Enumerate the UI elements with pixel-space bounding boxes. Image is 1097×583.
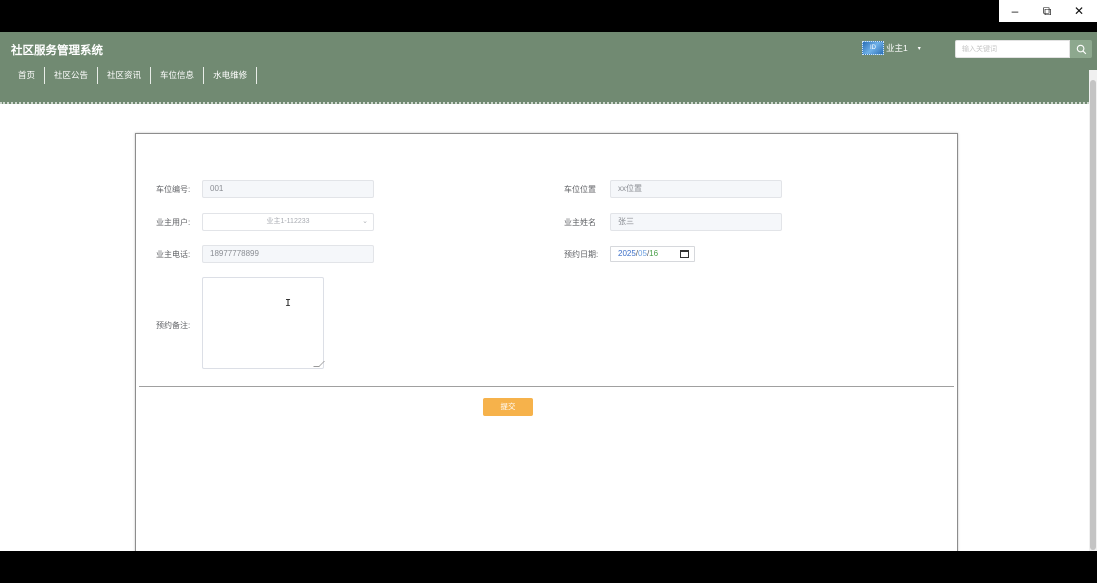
submit-button[interactable]: 提交 bbox=[483, 398, 533, 416]
nav-item-repair[interactable]: 水电维修 bbox=[204, 67, 258, 84]
nav-item-home[interactable]: 首页 bbox=[9, 67, 46, 84]
date-year: 2025 bbox=[618, 249, 636, 258]
minimize-icon[interactable]: – bbox=[999, 0, 1031, 22]
search-button[interactable] bbox=[1070, 40, 1092, 58]
search-input[interactable] bbox=[955, 40, 1070, 58]
date-day: 16 bbox=[649, 249, 659, 258]
date-month: 05 bbox=[638, 249, 647, 258]
owner-user-label: 业主用户: bbox=[156, 218, 191, 227]
chevron-down-icon: ⌄ bbox=[362, 218, 368, 225]
search-icon bbox=[1076, 44, 1086, 54]
owner-phone-field[interactable]: 18977778899 bbox=[202, 245, 374, 263]
user-menu[interactable]: ID 业主1 ▾ bbox=[862, 41, 921, 55]
reserve-date-label: 预约日期: bbox=[564, 250, 599, 259]
owner-user-select[interactable]: 业主1-112233 ⌄ bbox=[202, 213, 374, 231]
restore-icon[interactable]: ⧉ bbox=[1031, 0, 1063, 22]
nav-item-news[interactable]: 社区资讯 bbox=[98, 67, 152, 84]
bottom-bar bbox=[0, 551, 1097, 583]
page-scrollbar[interactable] bbox=[1089, 70, 1097, 551]
form-divider bbox=[139, 386, 954, 387]
parking-location-label: 车位位置 bbox=[564, 185, 596, 194]
parking-location-field[interactable]: xx位置 bbox=[610, 180, 782, 198]
scrollbar-thumb[interactable] bbox=[1090, 80, 1096, 550]
browser-page: 社区服务管理系统 首页 社区公告 社区资讯 车位信息 水电维修 ID 业主1 ▾… bbox=[0, 32, 1097, 551]
owner-phone-label: 业主电话: bbox=[156, 250, 191, 259]
nav-item-parking[interactable]: 车位信息 bbox=[151, 67, 205, 84]
main-nav: 首页 社区公告 社区资讯 车位信息 水电维修 bbox=[9, 67, 258, 84]
reservation-form-card: 车位编号: 001 车位位置 xx位置 业主用户: 业主1-112233 ⌄ 业… bbox=[135, 133, 958, 551]
parking-no-label: 车位编号: bbox=[156, 185, 191, 194]
remark-label: 预约备注: bbox=[156, 321, 191, 330]
nav-item-announcements[interactable]: 社区公告 bbox=[45, 67, 99, 84]
user-name[interactable]: 业主1 bbox=[886, 42, 908, 54]
site-title: 社区服务管理系统 bbox=[11, 45, 103, 57]
close-icon[interactable]: ✕ bbox=[1063, 0, 1095, 22]
site-header: 社区服务管理系统 首页 社区公告 社区资讯 车位信息 水电维修 ID 业主1 ▾ bbox=[0, 32, 1097, 104]
window-titlebar: – ⧉ ✕ bbox=[0, 0, 1097, 32]
reserve-date-input[interactable]: 2025/05/16 bbox=[610, 246, 695, 262]
avatar[interactable]: ID bbox=[862, 41, 884, 55]
resize-handle-icon[interactable] bbox=[313, 361, 325, 367]
remark-textarea[interactable] bbox=[202, 277, 325, 369]
owner-name-field[interactable]: 张三 bbox=[610, 213, 782, 231]
chevron-down-icon[interactable]: ▾ bbox=[918, 45, 921, 52]
calendar-icon[interactable] bbox=[680, 250, 689, 258]
text-cursor-icon: I bbox=[285, 298, 292, 309]
parking-no-field[interactable]: 001 bbox=[202, 180, 374, 198]
avatar-text: ID bbox=[870, 45, 876, 51]
owner-name-label: 业主姓名 bbox=[564, 218, 596, 227]
owner-user-value: 业主1-112233 bbox=[266, 218, 310, 225]
search-bar bbox=[955, 40, 1092, 58]
window-controls: – ⧉ ✕ bbox=[999, 0, 1097, 22]
